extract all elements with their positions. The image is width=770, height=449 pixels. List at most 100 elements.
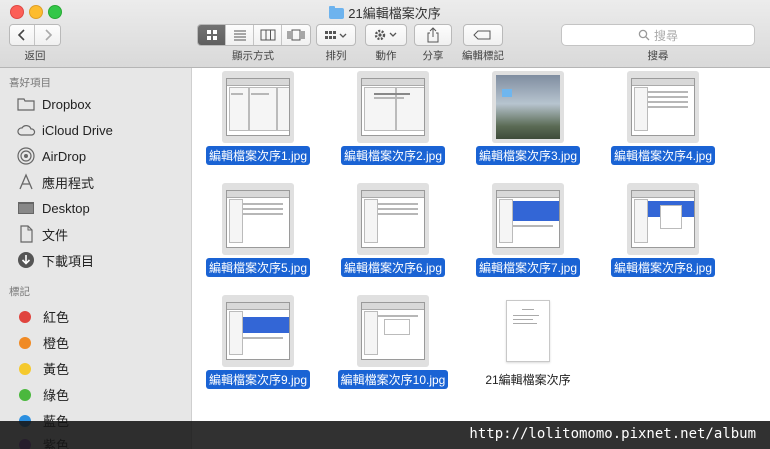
applications-icon bbox=[16, 173, 36, 191]
arrange-label: 排列 bbox=[325, 50, 347, 62]
file-name: 編輯檔案次序2.jpg bbox=[340, 146, 446, 165]
sidebar-tag-orange[interactable]: 橙色 bbox=[19, 333, 69, 352]
file-thumbnail bbox=[357, 71, 429, 143]
file-thumbnail bbox=[222, 183, 294, 255]
folder-icon bbox=[329, 6, 345, 19]
file-icon-grid: 編輯檔案次序1.jpg 編輯檔案次序2.jpg 編輯檔案次序3.jpg 編輯檔案… bbox=[193, 68, 770, 449]
arrange-grid-icon bbox=[325, 31, 347, 39]
file-item[interactable]: 編輯檔案次序4.jpg bbox=[598, 71, 728, 165]
action-label: 動作 bbox=[375, 50, 397, 62]
download-icon bbox=[16, 251, 36, 269]
green-tag-dot bbox=[19, 388, 31, 401]
cover-flow-icon bbox=[287, 29, 305, 41]
file-item[interactable]: 編輯檔案次序10.jpg bbox=[328, 295, 458, 389]
back-label: 返回 bbox=[24, 50, 46, 62]
icon-view-button[interactable] bbox=[198, 25, 226, 45]
file-thumbnail bbox=[627, 183, 699, 255]
edit-tags-label: 編輯標記 bbox=[462, 50, 504, 62]
file-item[interactable]: 編輯檔案次序5.jpg bbox=[193, 183, 323, 277]
tag-icon bbox=[473, 30, 491, 40]
search-placeholder: 搜尋 bbox=[653, 28, 678, 43]
file-name: 編輯檔案次序7.jpg bbox=[475, 258, 581, 277]
file-item[interactable]: 編輯檔案次序9.jpg bbox=[193, 295, 323, 389]
file-item[interactable]: 21編輯檔案次序 bbox=[463, 295, 593, 389]
file-name: 編輯檔案次序10.jpg bbox=[337, 370, 449, 389]
file-thumbnail bbox=[357, 295, 429, 367]
share-button[interactable] bbox=[414, 24, 452, 46]
watermark-bar: http://lolitomomo.pixnet.net/album bbox=[0, 421, 770, 449]
file-thumbnail bbox=[627, 71, 699, 143]
cloud-icon bbox=[16, 121, 36, 139]
window-title-text: 21編輯檔案次序 bbox=[348, 6, 441, 21]
sidebar-tag-label: 黃色 bbox=[43, 362, 70, 377]
share-label: 分享 bbox=[422, 50, 444, 62]
sidebar-item-applications[interactable]: 應用程式 bbox=[16, 171, 94, 193]
grid-icon bbox=[206, 30, 217, 40]
list-icon bbox=[233, 30, 246, 41]
sidebar-item-dropbox[interactable]: Dropbox bbox=[16, 93, 91, 115]
share-icon bbox=[427, 27, 439, 43]
chevron-left-icon bbox=[17, 29, 25, 41]
column-view-button[interactable] bbox=[254, 25, 282, 45]
back-button[interactable] bbox=[10, 25, 35, 45]
sidebar-tag-label: 橙色 bbox=[43, 336, 70, 351]
watermark-text: http://lolitomomo.pixnet.net/album bbox=[469, 426, 756, 442]
desktop-icon bbox=[16, 199, 36, 217]
edit-tags-button[interactable] bbox=[463, 24, 503, 46]
sidebar-item-documents[interactable]: 文件 bbox=[16, 223, 68, 245]
sidebar-item-label: Dropbox bbox=[42, 96, 92, 112]
file-name: 編輯檔案次序9.jpg bbox=[205, 370, 311, 389]
list-view-button[interactable] bbox=[226, 25, 254, 45]
sidebar-tag-green[interactable]: 綠色 bbox=[19, 385, 69, 404]
sidebar-item-desktop[interactable]: Desktop bbox=[16, 197, 90, 219]
finder-window: 21編輯檔案次序 返回 顯示方式 排列 動作 分享 編輯標記 搜尋 搜尋 喜好項… bbox=[0, 0, 770, 449]
favorites-header: 喜好項目 bbox=[9, 77, 51, 89]
sidebar-tag-label: 綠色 bbox=[43, 388, 70, 403]
search-label: 搜尋 bbox=[647, 50, 669, 62]
view-mode-control bbox=[197, 24, 311, 46]
window-title: 21編輯檔案次序 bbox=[0, 3, 770, 22]
action-button[interactable] bbox=[365, 24, 407, 46]
sidebar-tag-label: 紅色 bbox=[43, 310, 70, 325]
file-item[interactable]: 編輯檔案次序3.jpg bbox=[463, 71, 593, 165]
sidebar-tag-yellow[interactable]: 黃色 bbox=[19, 359, 69, 378]
view-label: 顯示方式 bbox=[232, 50, 274, 62]
folder-icon bbox=[16, 95, 36, 113]
file-item[interactable]: 編輯檔案次序1.jpg bbox=[193, 71, 323, 165]
chevron-right-icon bbox=[44, 29, 52, 41]
sidebar-item-label: 文件 bbox=[42, 227, 69, 243]
document-icon bbox=[16, 225, 36, 243]
file-item[interactable]: 編輯檔案次序7.jpg bbox=[463, 183, 593, 277]
forward-button[interactable] bbox=[35, 25, 60, 45]
yellow-tag-dot bbox=[19, 362, 31, 375]
file-name: 編輯檔案次序8.jpg bbox=[610, 258, 716, 277]
sidebar-item-airdrop[interactable]: AirDrop bbox=[16, 145, 86, 167]
gear-icon bbox=[374, 29, 397, 41]
sidebar-item-label: iCloud Drive bbox=[42, 122, 113, 138]
file-name: 編輯檔案次序3.jpg bbox=[475, 146, 581, 165]
cover-flow-button[interactable] bbox=[282, 25, 310, 45]
search-icon bbox=[638, 29, 650, 41]
file-thumbnail bbox=[222, 295, 294, 367]
file-thumbnail bbox=[222, 71, 294, 143]
toolbar: 21編輯檔案次序 返回 顯示方式 排列 動作 分享 編輯標記 搜尋 搜尋 bbox=[0, 0, 770, 68]
file-thumbnail bbox=[463, 295, 593, 367]
file-thumbnail bbox=[492, 71, 564, 143]
file-thumbnail bbox=[492, 183, 564, 255]
sidebar-item-downloads[interactable]: 下載項目 bbox=[16, 249, 94, 271]
columns-icon bbox=[260, 29, 275, 41]
file-name: 編輯檔案次序1.jpg bbox=[205, 146, 311, 165]
arrange-button[interactable] bbox=[316, 24, 356, 46]
sidebar: 喜好項目 Dropbox iCloud Drive AirDrop 應用程式 D… bbox=[0, 68, 192, 449]
file-item[interactable]: 編輯檔案次序6.jpg bbox=[328, 183, 458, 277]
orange-tag-dot bbox=[19, 336, 31, 349]
back-forward-control bbox=[9, 24, 61, 46]
file-item[interactable]: 編輯檔案次序8.jpg bbox=[598, 183, 728, 277]
red-tag-dot bbox=[19, 310, 31, 323]
search-field[interactable]: 搜尋 bbox=[561, 24, 755, 46]
file-name: 編輯檔案次序6.jpg bbox=[340, 258, 446, 277]
file-thumbnail bbox=[357, 183, 429, 255]
sidebar-tag-red[interactable]: 紅色 bbox=[19, 307, 69, 326]
file-item[interactable]: 編輯檔案次序2.jpg bbox=[328, 71, 458, 165]
sidebar-item-icloud-drive[interactable]: iCloud Drive bbox=[16, 119, 113, 141]
